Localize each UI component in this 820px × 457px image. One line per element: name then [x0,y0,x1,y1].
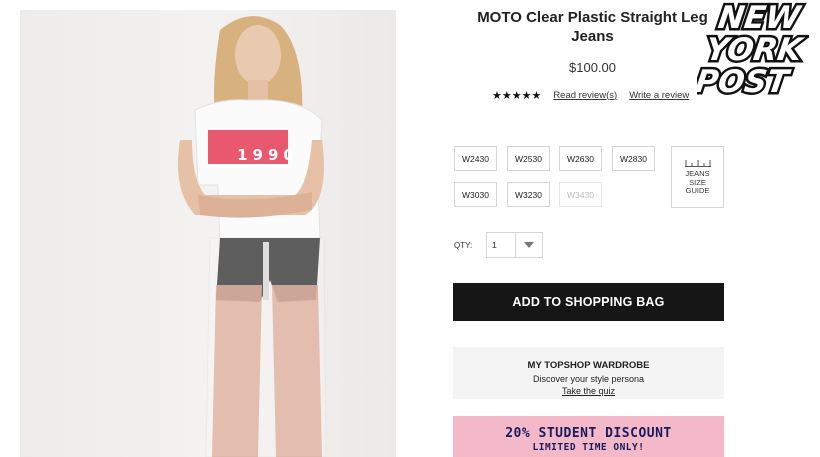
product-photo[interactable]: 1990 [20,10,396,457]
add-to-bag-button[interactable]: ADD TO SHOPPING BAG [453,283,724,321]
ruler-icon [684,160,711,167]
chevron-down-icon[interactable] [515,233,542,257]
size-option[interactable]: W2830 [612,146,655,171]
product-price: $100.00 [569,60,616,75]
rating-stars-icon: ★★★★★ [492,89,542,102]
size-option-unavailable[interactable]: W3430 [559,182,602,207]
wardrobe-banner: MY TOPSHOP WARDROBE Discover your style … [453,347,724,399]
student-discount-banner[interactable]: 20% STUDENT DISCOUNT LIMITED TIME ONLY! [453,416,724,457]
logo-line3: POST [697,64,793,96]
size-option[interactable]: W2630 [559,146,602,171]
product-title: MOTO Clear Plastic Straight Leg Jeans [477,9,708,45]
size-option[interactable]: W2430 [454,146,497,171]
size-option[interactable]: W3030 [454,182,497,207]
discount-subline: LIMITED TIME ONLY! [532,442,645,453]
model-illustration [177,16,327,457]
size-option[interactable]: W2530 [507,146,550,171]
size-guide-line3: GUIDE [685,186,710,195]
logo-line2: YORK [703,32,806,68]
wardrobe-subtitle: Discover your style persona [532,374,645,384]
size-guide-button[interactable]: JEANS SIZE GUIDE [671,146,724,208]
logo-line1: NEW [716,0,804,36]
read-reviews-link[interactable]: Read review(s) [553,90,617,101]
new-york-post-logo: NEW YORK POST [697,0,809,96]
quantity-value: 1 [492,240,497,250]
reviews-row: ★★★★★ Read review(s) Write a review [492,87,689,103]
discount-headline: 20% STUDENT DISCOUNT [505,426,672,441]
quantity-select[interactable]: 1 [486,232,543,258]
wardrobe-title: MY TOPSHOP WARDROBE [527,360,650,371]
take-quiz-link[interactable]: Take the quiz [453,386,724,396]
size-option[interactable]: W3230 [507,182,550,207]
tee-print-text: 1990 [237,146,299,164]
quantity-label: QTY: [454,241,473,250]
write-review-link[interactable]: Write a review [629,90,689,101]
